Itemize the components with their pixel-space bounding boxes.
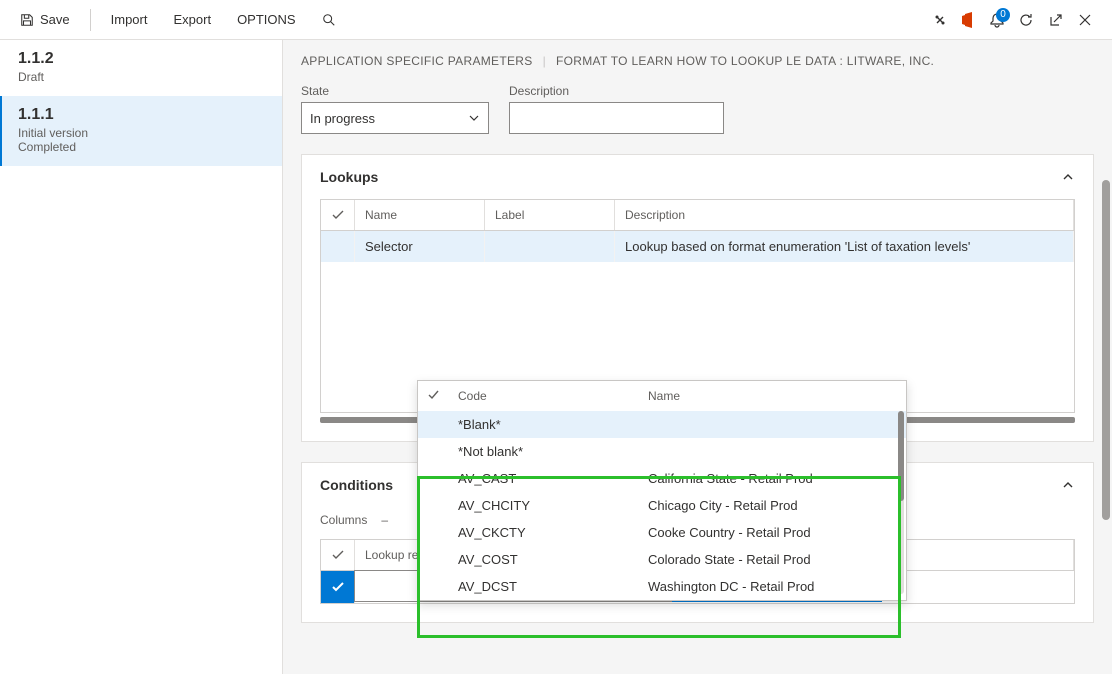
- check-icon: [331, 208, 345, 222]
- lookups-row[interactable]: Selector Lookup based on format enumerat…: [321, 231, 1074, 262]
- sidebar-item-title: 1.1.1: [18, 106, 264, 124]
- options-button[interactable]: OPTIONS: [227, 6, 306, 33]
- dropdown-item-name: [648, 417, 896, 432]
- dropdown-item[interactable]: AV_CHCITY Chicago City - Retail Prod: [418, 492, 906, 519]
- chevron-up-icon: [1061, 478, 1075, 492]
- col-header-name[interactable]: Name: [355, 200, 485, 230]
- import-button[interactable]: Import: [101, 6, 158, 33]
- export-button[interactable]: Export: [163, 6, 221, 33]
- sidebar-item-111[interactable]: 1.1.1 Initial version Completed: [0, 96, 282, 166]
- check-icon: [331, 548, 345, 562]
- lookups-title: Lookups: [320, 169, 378, 185]
- breadcrumb-part2: FORMAT TO LEARN HOW TO LOOKUP LE DATA : …: [556, 54, 934, 68]
- version-sidebar: 1.1.2 Draft 1.1.1 Initial version Comple…: [0, 40, 283, 674]
- dropdown-item-code: AV_DCST: [458, 579, 638, 594]
- sidebar-item-sub1: Initial version: [18, 126, 264, 140]
- state-select[interactable]: In progress: [301, 102, 489, 134]
- dropdown-col-code[interactable]: Code: [458, 389, 638, 403]
- sidebar-item-title: 1.1.2: [18, 50, 264, 68]
- connector-icon[interactable]: [932, 12, 948, 28]
- code-dropdown: Code Name *Blank* *Not blank* AV_CAST Ca…: [417, 380, 907, 601]
- dropdown-item[interactable]: AV_COST Colorado State - Retail Prod: [418, 546, 906, 573]
- row-selected-indicator[interactable]: [321, 571, 355, 603]
- dropdown-item-name: California State - Retail Prod: [648, 471, 896, 486]
- dropdown-item-name: Chicago City - Retail Prod: [648, 498, 896, 513]
- notification-badge: 0: [996, 8, 1010, 22]
- popout-icon[interactable]: [1048, 12, 1064, 28]
- select-all-checkbox[interactable]: [321, 200, 355, 230]
- save-icon: [20, 13, 34, 27]
- state-value: In progress: [310, 111, 375, 126]
- col-header-desc[interactable]: Description: [615, 200, 1074, 230]
- dropdown-item-code: AV_CHCITY: [458, 498, 638, 513]
- dropdown-item[interactable]: AV_DCST Washington DC - Retail Prod: [418, 573, 906, 600]
- description-input[interactable]: [509, 102, 724, 134]
- toolbar-dash: –: [381, 513, 388, 527]
- row-desc: Lookup based on format enumeration 'List…: [615, 231, 1074, 262]
- dropdown-item-name: [648, 444, 896, 459]
- app-toolbar: Save Import Export OPTIONS 0: [0, 0, 1112, 40]
- check-icon: [331, 580, 345, 594]
- row-checkbox[interactable]: [321, 231, 355, 262]
- dropdown-col-name[interactable]: Name: [648, 389, 896, 403]
- dropdown-item[interactable]: *Blank*: [418, 411, 906, 438]
- columns-button[interactable]: Columns: [320, 513, 367, 527]
- sidebar-item-sub2: Completed: [18, 140, 264, 154]
- conditions-title: Conditions: [320, 477, 393, 493]
- breadcrumb-part1: APPLICATION SPECIFIC PARAMETERS: [301, 54, 533, 68]
- lookups-grid-header: Name Label Description: [321, 200, 1074, 231]
- toolbar-separator: [90, 9, 91, 31]
- sidebar-item-sub1: Draft: [18, 70, 264, 84]
- dropdown-item-name: Washington DC - Retail Prod: [648, 579, 896, 594]
- chevron-up-icon: [1061, 170, 1075, 184]
- dropdown-item-name: Cooke Country - Retail Prod: [648, 525, 896, 540]
- breadcrumb-separator: |: [543, 54, 546, 68]
- search-icon: [322, 13, 336, 27]
- header-fields: State In progress Description: [301, 84, 1094, 134]
- dropdown-item[interactable]: AV_CAST California State - Retail Prod: [418, 465, 906, 492]
- select-all-checkbox[interactable]: [321, 540, 355, 570]
- state-label: State: [301, 84, 489, 98]
- dropdown-item-code: *Not blank*: [458, 444, 638, 459]
- check-icon: [428, 389, 440, 401]
- close-icon[interactable]: [1078, 13, 1092, 27]
- dropdown-item-code: AV_CAST: [458, 471, 638, 486]
- toolbar-right: 0: [932, 12, 1102, 28]
- main-scrollbar[interactable]: [1102, 180, 1110, 520]
- dropdown-item-code: AV_COST: [458, 552, 638, 567]
- dropdown-item-code: *Blank*: [458, 417, 638, 432]
- office-icon[interactable]: [962, 12, 976, 28]
- import-label: Import: [111, 12, 148, 27]
- main-panel: APPLICATION SPECIFIC PARAMETERS | FORMAT…: [283, 40, 1112, 674]
- save-label: Save: [40, 12, 70, 27]
- chevron-down-icon: [468, 112, 480, 124]
- row-name: Selector: [355, 231, 485, 262]
- refresh-icon[interactable]: [1018, 12, 1034, 28]
- col-header-label[interactable]: Label: [485, 200, 615, 230]
- dropdown-item[interactable]: *Not blank*: [418, 438, 906, 465]
- notification-icon[interactable]: 0: [990, 12, 1004, 28]
- description-label: Description: [509, 84, 724, 98]
- dropdown-header: Code Name: [418, 381, 906, 411]
- row-label: [485, 231, 615, 262]
- sidebar-item-112[interactable]: 1.1.2 Draft: [0, 40, 282, 96]
- dropdown-select-all[interactable]: [428, 389, 448, 403]
- state-field: State In progress: [301, 84, 489, 134]
- description-field: Description: [509, 84, 724, 134]
- dropdown-scrollbar[interactable]: [898, 411, 904, 594]
- dropdown-item-name: Colorado State - Retail Prod: [648, 552, 896, 567]
- export-label: Export: [173, 12, 211, 27]
- breadcrumb: APPLICATION SPECIFIC PARAMETERS | FORMAT…: [301, 54, 1094, 68]
- dropdown-item[interactable]: AV_CKCTY Cooke Country - Retail Prod: [418, 519, 906, 546]
- dropdown-item-code: AV_CKCTY: [458, 525, 638, 540]
- body-area: 1.1.2 Draft 1.1.1 Initial version Comple…: [0, 40, 1112, 674]
- save-button[interactable]: Save: [10, 6, 80, 33]
- options-label: OPTIONS: [237, 12, 296, 27]
- toolbar-left: Save Import Export OPTIONS: [10, 6, 346, 33]
- lookups-header[interactable]: Lookups: [302, 155, 1093, 199]
- search-button[interactable]: [312, 7, 346, 33]
